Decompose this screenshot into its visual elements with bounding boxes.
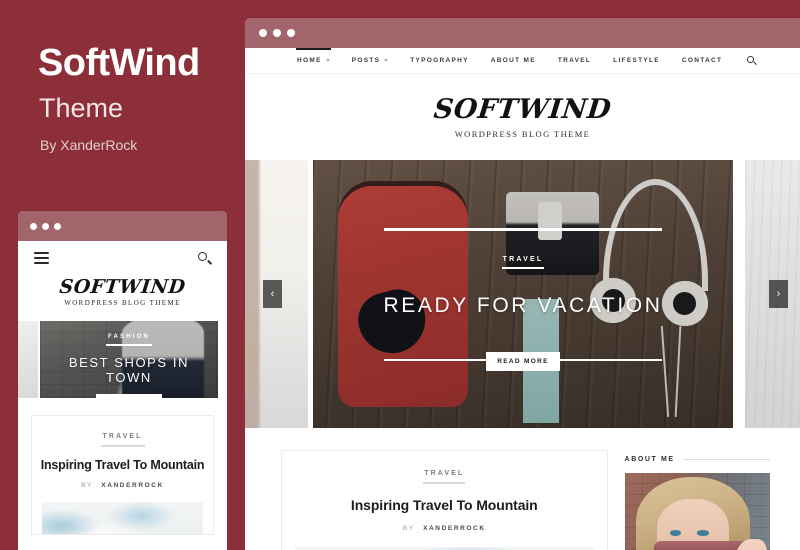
widget-header-about-me: ABOUT ME	[625, 450, 770, 463]
photo-eye-left	[669, 530, 682, 536]
product-author: By XanderRock	[40, 137, 138, 153]
window-dot-minimize[interactable]	[273, 29, 281, 37]
photo-eye-right	[697, 530, 709, 536]
nav-items: HOME POSTS TYPOGRAPHY ABOUT ME TRAVEL LI…	[286, 48, 733, 73]
about-me-photo	[624, 473, 770, 550]
slide-category[interactable]: TRAVEL	[313, 256, 733, 263]
caption-rule-top	[384, 228, 662, 231]
brand-tagline: WORDPRESS BLOG THEME	[454, 129, 591, 139]
hamburger-icon[interactable]	[34, 252, 49, 264]
post-byline: BY XANDERROCK	[282, 525, 607, 532]
post-author[interactable]: XANDERROCK	[423, 525, 486, 532]
by-label: BY	[402, 525, 415, 532]
mobile-slide-peek[interactable]	[18, 321, 38, 398]
chevron-down-icon	[325, 59, 330, 62]
widget-title: ABOUT ME	[624, 456, 675, 463]
slider-prev-button[interactable]: ‹	[263, 280, 282, 308]
window-dot-maximize[interactable]	[54, 222, 61, 230]
desktop-viewport: HOME POSTS TYPOGRAPHY ABOUT ME TRAVEL LI…	[245, 48, 800, 550]
nav-label: POSTS	[351, 57, 381, 64]
nav-item-about-me[interactable]: ABOUT ME	[480, 48, 547, 73]
nav-item-home[interactable]: HOME	[286, 48, 341, 73]
nav-label: CONTACT	[681, 57, 723, 64]
post-category-rule	[423, 482, 466, 484]
hero-slider: TRAVEL READY FOR VACATION READ MORE ‹ ›	[245, 160, 800, 428]
nav-item-typography[interactable]: TYPOGRAPHY	[399, 48, 480, 73]
search-icon[interactable]	[198, 251, 213, 265]
slide-active[interactable]: TRAVEL READY FOR VACATION READ MORE	[313, 160, 733, 428]
mobile-preview-window: SOFTWIND WORDPRESS BLOG THEME FASHION BE…	[18, 211, 227, 550]
screenshot-root: SoftWind Theme By XanderRock SOFTWIND WO…	[0, 0, 800, 550]
mobile-header	[18, 241, 227, 275]
window-dot-minimize[interactable]	[42, 222, 49, 230]
category-rule	[502, 267, 544, 270]
window-dot-maximize[interactable]	[287, 29, 295, 37]
post-author[interactable]: XANDERROCK	[101, 482, 164, 489]
mobile-viewport: SOFTWIND WORDPRESS BLOG THEME FASHION BE…	[18, 241, 227, 550]
site-logo[interactable]: SOFTWIND WORDPRESS BLOG THEME	[245, 74, 800, 139]
by-label: BY	[81, 482, 93, 489]
read-more-button[interactable]: READ MORE	[96, 394, 162, 398]
search-icon[interactable]	[747, 56, 757, 65]
mobile-slide-caption: FASHION BEST SHOPS IN TOWN READ MORE	[40, 321, 218, 398]
nav-item-lifestyle[interactable]: LIFESTYLE	[602, 48, 671, 73]
product-subtitle: Theme	[39, 93, 124, 123]
post-title[interactable]: Inspiring Travel To Mountain	[282, 497, 607, 513]
brand-name: SOFTWIND	[58, 276, 187, 298]
brand-tagline: WORDPRESS BLOG THEME	[64, 299, 181, 307]
sidebar: ABOUT ME	[624, 450, 770, 550]
mobile-post-card[interactable]: TRAVEL Inspiring Travel To Mountain BY X…	[31, 415, 214, 535]
post-category-rule	[100, 445, 145, 447]
slide-caption: TRAVEL READY FOR VACATION READ MORE	[313, 160, 733, 428]
slide-category[interactable]: FASHION	[40, 334, 218, 340]
content-area: TRAVEL Inspiring Travel To Mountain BY X…	[245, 450, 800, 550]
desktop-titlebar	[245, 18, 800, 48]
category-rule	[106, 344, 152, 346]
read-more-button[interactable]: READ MORE	[486, 352, 560, 372]
nav-item-travel[interactable]: TRAVEL	[547, 48, 602, 73]
nav-item-posts[interactable]: POSTS	[341, 48, 400, 73]
mobile-titlebar	[18, 211, 227, 241]
post-byline: BY XANDERROCK	[32, 482, 213, 489]
slide-category-wrap: TRAVEL	[313, 256, 733, 270]
widget-rule	[682, 459, 770, 460]
slide-button-wrap: READ MORE	[313, 350, 733, 372]
nav-label: TRAVEL	[557, 57, 592, 64]
nav-label: HOME	[297, 57, 322, 64]
slider-next-button[interactable]: ›	[769, 280, 788, 308]
product-title: SoftWind	[38, 42, 200, 84]
brand-name: SOFTWIND	[432, 94, 613, 125]
main-navigation: HOME POSTS TYPOGRAPHY ABOUT ME TRAVEL LI…	[245, 48, 800, 74]
mobile-logo[interactable]: SOFTWIND WORDPRESS BLOG THEME	[18, 276, 227, 307]
nav-item-contact[interactable]: CONTACT	[671, 48, 733, 73]
post-category[interactable]: TRAVEL	[282, 470, 607, 477]
window-dot-close[interactable]	[30, 222, 37, 230]
nav-label: ABOUT ME	[490, 57, 536, 64]
nav-label: TYPOGRAPHY	[410, 57, 469, 64]
chevron-down-icon	[384, 59, 389, 62]
mobile-slider: FASHION BEST SHOPS IN TOWN READ MORE	[18, 321, 227, 398]
post-category[interactable]: TRAVEL	[32, 433, 213, 440]
post-thumbnail[interactable]	[42, 502, 203, 534]
mobile-slide-active[interactable]: FASHION BEST SHOPS IN TOWN READ MORE	[40, 321, 218, 398]
nav-label: LIFESTYLE	[613, 57, 660, 64]
post-card[interactable]: TRAVEL Inspiring Travel To Mountain BY X…	[281, 450, 608, 550]
post-list-column: TRAVEL Inspiring Travel To Mountain BY X…	[281, 450, 608, 550]
slide-title[interactable]: READY FOR VACATION	[313, 294, 733, 318]
window-dot-close[interactable]	[259, 29, 267, 37]
slide-title[interactable]: BEST SHOPS IN TOWN	[40, 355, 218, 385]
post-title[interactable]: Inspiring Travel To Mountain	[32, 458, 213, 472]
desktop-preview-window: HOME POSTS TYPOGRAPHY ABOUT ME TRAVEL LI…	[245, 18, 800, 550]
